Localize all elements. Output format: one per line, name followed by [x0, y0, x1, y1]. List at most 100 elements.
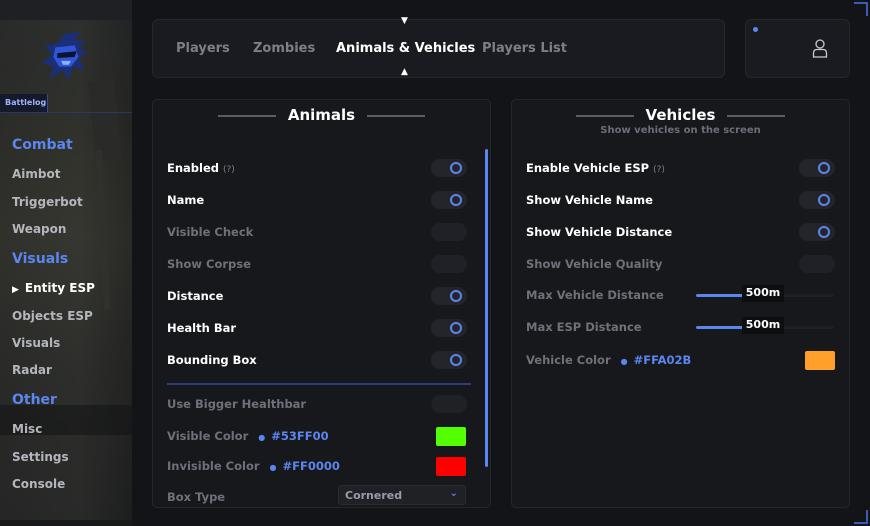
- nav-group-combat[interactable]: Combat: [12, 137, 73, 153]
- invisible-color-swatch[interactable]: [436, 457, 466, 476]
- row-visible-color: Visible Color ● #53FF00: [167, 427, 467, 447]
- panel-title: Vehicles: [645, 106, 716, 124]
- triangle-up-icon: ▲: [401, 67, 408, 77]
- distance-toggle[interactable]: [431, 287, 467, 305]
- toggle-knob: [818, 226, 830, 238]
- bullet-icon: ●: [269, 463, 277, 472]
- invisible-color-label: Invisible Color ● #FF0000: [167, 459, 340, 473]
- show-vehicle-quality-label: Show Vehicle Quality: [526, 257, 663, 271]
- row-invisible-color: Invisible Color ● #FF0000: [167, 457, 467, 477]
- chevron-down-icon: ⌄: [449, 488, 458, 499]
- max-vehicle-distance-label: Max Vehicle Distance: [526, 288, 664, 302]
- bullet-icon: ●: [620, 357, 628, 366]
- row-show-vehicle-quality: Show Vehicle Quality: [526, 255, 836, 275]
- health-bar-label: Health Bar: [167, 321, 237, 335]
- sidebar-item-entity-esp[interactable]: ▶ Entity ESP: [12, 281, 95, 295]
- row-distance: Distance: [167, 287, 467, 307]
- sidebar-item-visuals[interactable]: Visuals: [12, 336, 60, 350]
- nav-group-other[interactable]: Other: [12, 392, 57, 408]
- toggle-knob: [450, 354, 462, 366]
- sidebar-item-console[interactable]: Console: [12, 477, 65, 491]
- max-esp-distance-value: 500m: [742, 317, 784, 334]
- brand-label: Battlelog: [0, 94, 48, 112]
- max-esp-distance-slider[interactable]: 500m: [696, 317, 834, 334]
- row-enable-vehicle-esp: Enable Vehicle ESP (?): [526, 159, 836, 179]
- knight-helmet-logo: [41, 31, 89, 81]
- user-box[interactable]: [745, 19, 850, 78]
- help-icon[interactable]: (?): [653, 165, 665, 175]
- show-vehicle-quality-toggle[interactable]: [799, 255, 835, 273]
- enable-vehicle-esp-toggle[interactable]: [799, 159, 835, 177]
- sidebar-item-triggerbot[interactable]: Triggerbot: [12, 195, 83, 209]
- row-enabled: Enabled (?): [167, 159, 467, 179]
- bigger-healthbar-label: Use Bigger Healthbar: [167, 397, 307, 411]
- bigger-healthbar-toggle[interactable]: [431, 395, 467, 413]
- show-corpse-toggle[interactable]: [431, 255, 467, 273]
- tab-players[interactable]: Players: [176, 41, 230, 56]
- row-show-vehicle-name: Show Vehicle Name: [526, 191, 836, 211]
- title-rule: [575, 114, 634, 117]
- row-max-vehicle-distance: Max Vehicle Distance 500m: [526, 285, 836, 306]
- row-show-vehicle-distance: Show Vehicle Distance: [526, 223, 836, 243]
- sidebar-item-objects-esp[interactable]: Objects ESP: [12, 309, 93, 323]
- max-vehicle-distance-slider[interactable]: 500m: [696, 285, 834, 302]
- row-bounding-box: Bounding Box: [167, 351, 467, 371]
- box-type-select[interactable]: Cornered ⌄: [338, 485, 466, 505]
- name-toggle[interactable]: [431, 191, 467, 209]
- sidebar-item-radar[interactable]: Radar: [12, 363, 52, 377]
- max-esp-distance-label: Max ESP Distance: [526, 320, 642, 334]
- row-box-type: Box Type Cornered ⌄: [167, 485, 467, 507]
- tab-animals-vehicles[interactable]: Animals & Vehicles: [336, 41, 475, 56]
- visible-color-swatch[interactable]: [436, 427, 466, 446]
- box-type-value: Cornered: [345, 489, 403, 502]
- enable-vehicle-esp-label: Enable Vehicle ESP (?): [526, 161, 665, 175]
- toggle-knob: [450, 162, 462, 174]
- tab-bar: ▼ Players Zombies Animals & Vehicles Pla…: [152, 16, 725, 78]
- toggle-knob: [450, 290, 462, 302]
- enabled-toggle[interactable]: [431, 159, 467, 177]
- sidebar-item-aimbot[interactable]: Aimbot: [12, 167, 60, 181]
- section-divider: [167, 383, 471, 385]
- sidebar-item-weapon[interactable]: Weapon: [12, 222, 66, 236]
- box-type-label: Box Type: [167, 490, 226, 504]
- show-corpse-label: Show Corpse: [167, 257, 251, 271]
- vehicles-panel: Vehicles Show vehicles on the screen Ena…: [511, 99, 850, 508]
- row-max-esp-distance: Max ESP Distance 500m: [526, 317, 836, 338]
- toggle-knob: [818, 162, 830, 174]
- triangle-right-icon: ▶: [12, 285, 19, 295]
- toggle-knob: [450, 322, 462, 334]
- name-label: Name: [167, 193, 205, 207]
- tab-players-list[interactable]: Players List: [482, 41, 567, 56]
- row-show-corpse: Show Corpse: [167, 255, 467, 275]
- bullet-icon: ●: [258, 433, 266, 442]
- title-rule: [367, 114, 426, 117]
- user-icon[interactable]: [812, 38, 828, 58]
- brand-divider: [0, 112, 132, 113]
- sidebar-item-settings[interactable]: Settings: [12, 450, 69, 464]
- visible-color-hex: #53FF00: [271, 429, 329, 443]
- help-icon[interactable]: (?): [223, 165, 235, 175]
- vehicle-color-label: Vehicle Color ● #FFA02B: [526, 353, 692, 367]
- nav-group-visuals[interactable]: Visuals: [12, 251, 68, 267]
- visible-check-label: Visible Check: [167, 225, 254, 239]
- sidebar: Battlelog Combat Aimbot Triggerbot Weapo…: [0, 0, 132, 526]
- vehicles-title-wrap: Vehicles: [512, 106, 849, 124]
- show-vehicle-name-label: Show Vehicle Name: [526, 193, 653, 207]
- animals-panel: Animals Enabled (?) Name Visible Check Sh…: [152, 99, 491, 508]
- show-vehicle-name-toggle[interactable]: [799, 191, 835, 209]
- visible-check-toggle[interactable]: [431, 223, 467, 241]
- toggle-knob: [450, 194, 462, 206]
- sidebar-item-misc[interactable]: Misc: [12, 422, 42, 436]
- triangle-down-icon: ▼: [401, 16, 408, 26]
- tab-zombies[interactable]: Zombies: [253, 41, 315, 56]
- vehicle-color-hex: #FFA02B: [633, 353, 692, 367]
- row-name: Name: [167, 191, 467, 211]
- scrollbar[interactable]: [485, 149, 488, 467]
- health-bar-toggle[interactable]: [431, 319, 467, 337]
- max-vehicle-distance-value: 500m: [742, 285, 784, 302]
- corner-bracket-bottom-right: [854, 510, 868, 524]
- corner-bracket-top-right: [854, 2, 868, 16]
- vehicle-color-swatch[interactable]: [805, 351, 835, 370]
- bounding-box-toggle[interactable]: [431, 351, 467, 369]
- show-vehicle-distance-toggle[interactable]: [799, 223, 835, 241]
